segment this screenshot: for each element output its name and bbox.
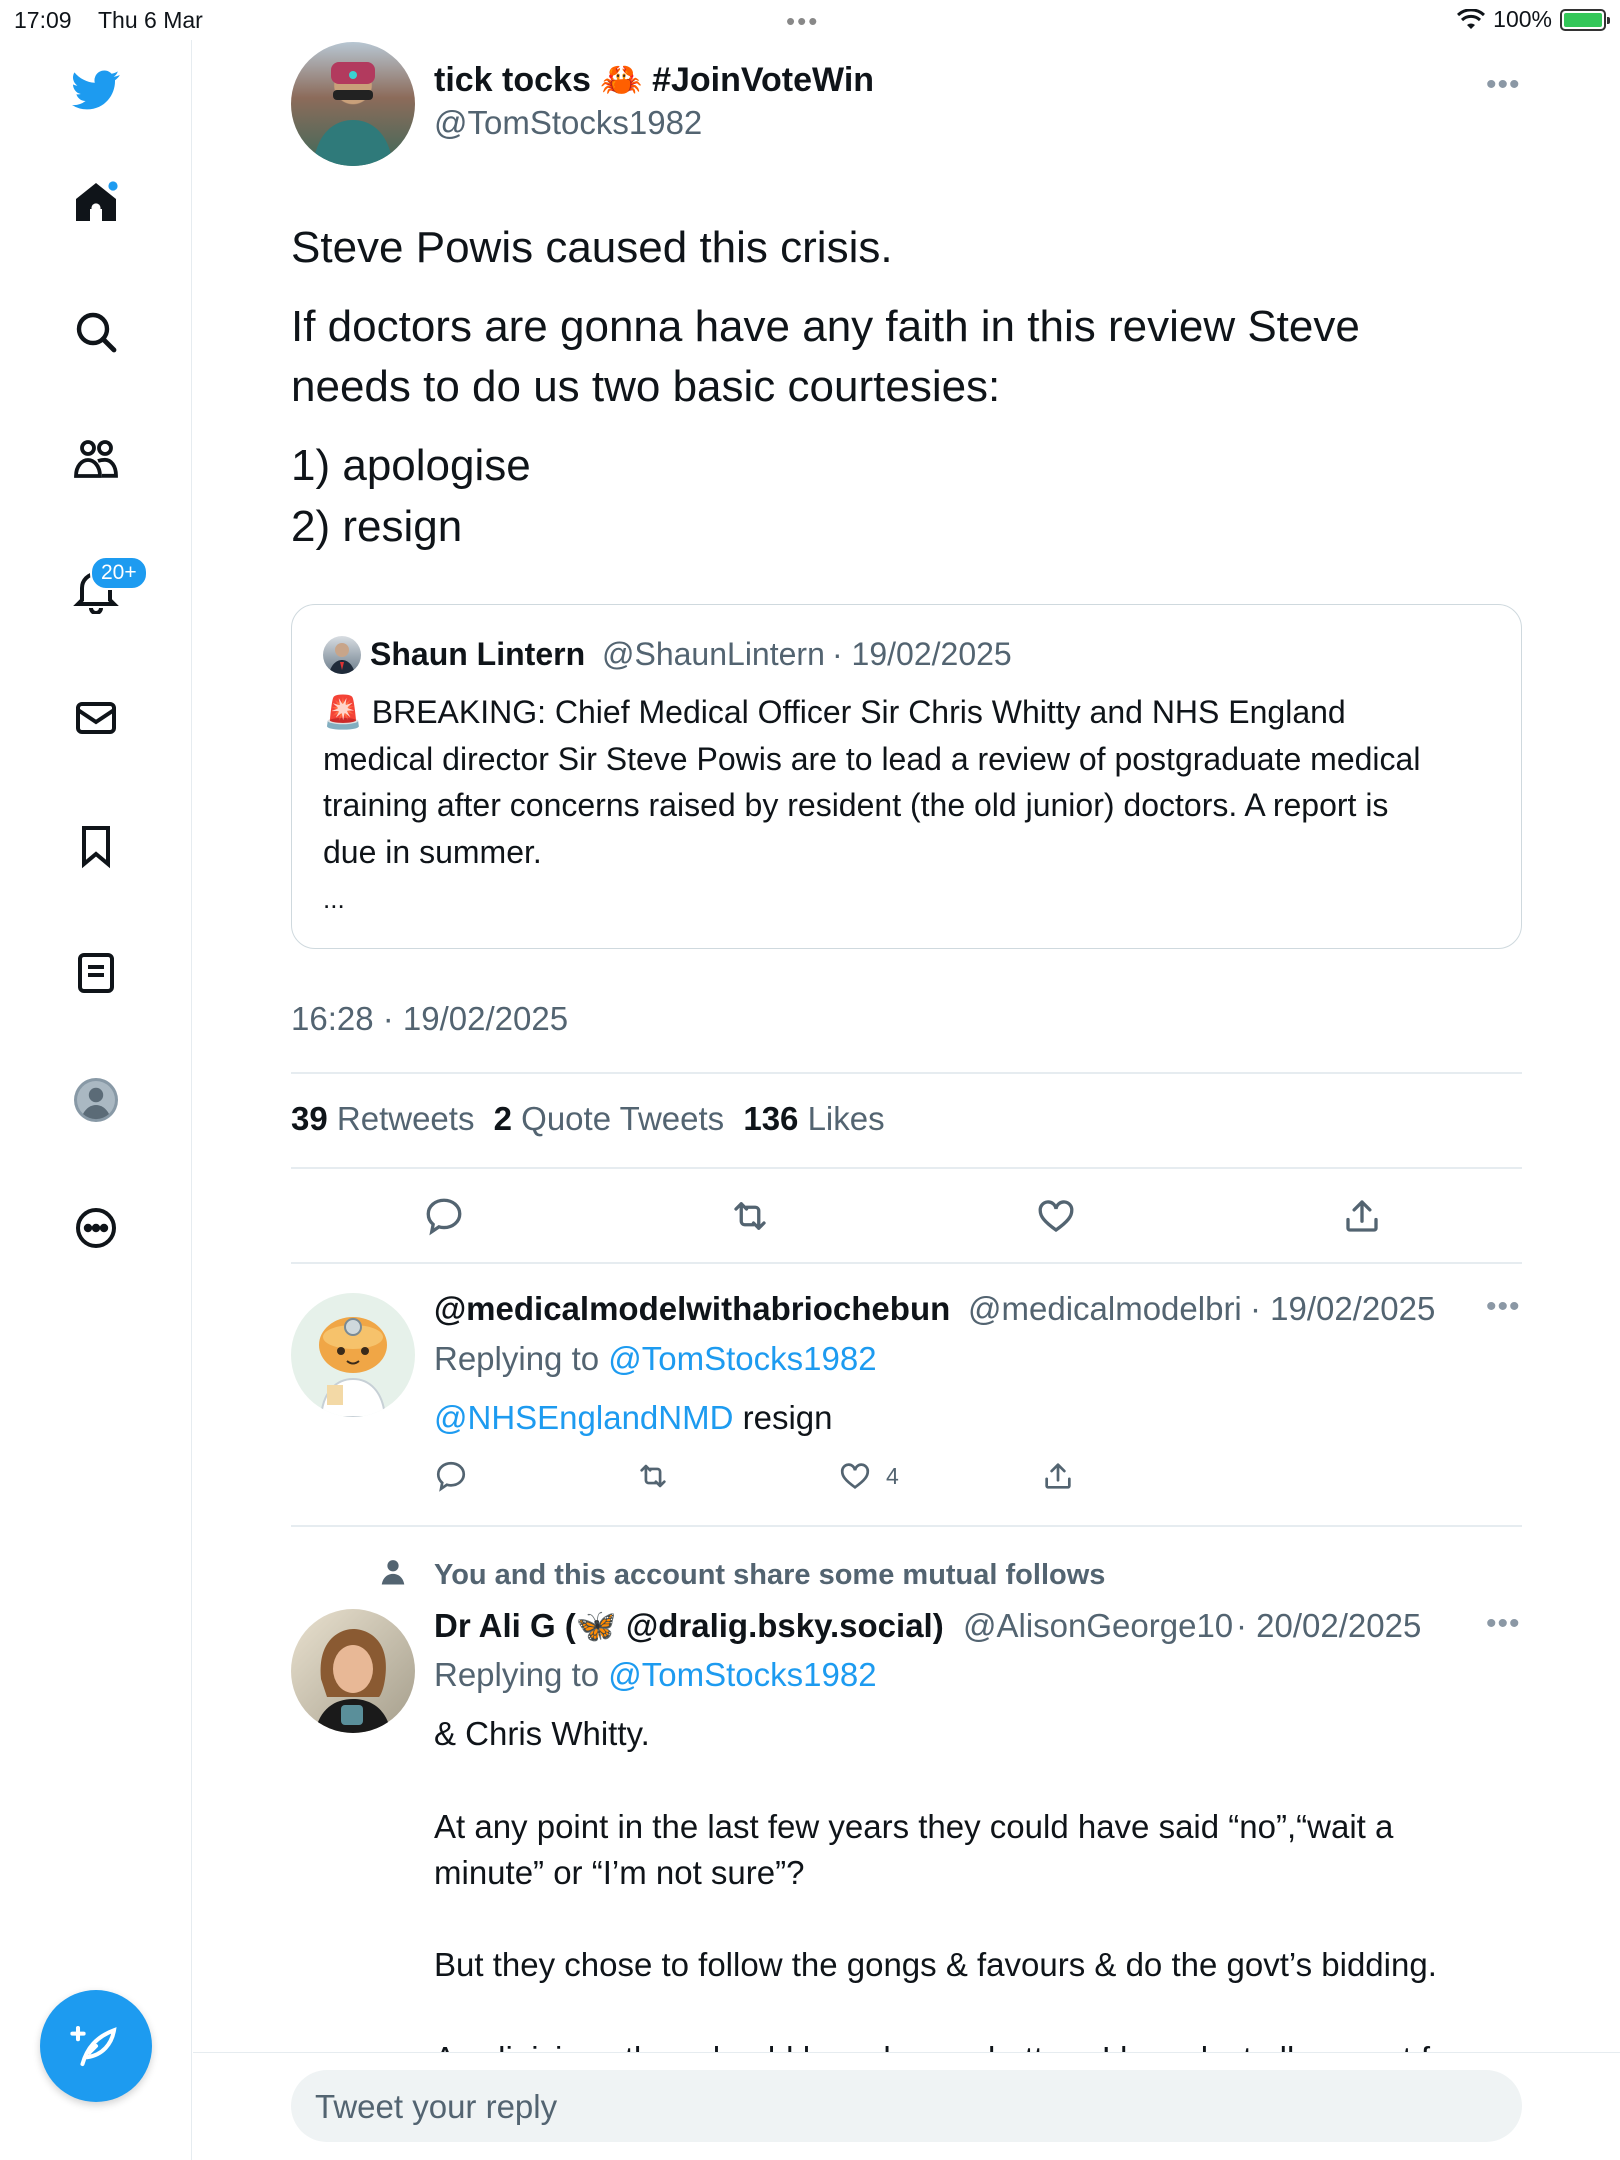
author-handle[interactable]: @TomStocks1982	[434, 104, 702, 142]
list-icon[interactable]	[66, 943, 126, 1003]
reply-2-para-3: But they chose to follow the gongs & fav…	[434, 1946, 1437, 1983]
battery-percent: 100%	[1493, 6, 1552, 32]
people-icon[interactable]	[66, 430, 126, 490]
reply-1-name[interactable]: @medicalmodelwithabriochebun	[434, 1290, 950, 1328]
mail-icon[interactable]	[66, 688, 126, 748]
tweet-line-4: 1) apologise	[291, 441, 531, 490]
battery-icon	[1560, 8, 1610, 31]
reply-2-handle[interactable]: @AlisonGeorge10	[963, 1607, 1233, 1645]
compose-tweet-button[interactable]	[40, 1990, 152, 2102]
bookmark-icon[interactable]	[66, 816, 126, 876]
compose-tweet-icon[interactable]	[69, 2019, 123, 2073]
tweet-line-3: needs to do us two basic courtesies:	[291, 362, 1001, 411]
reply-2-date: · 20/02/2025	[1236, 1607, 1422, 1644]
divider	[291, 1072, 1522, 1074]
share-icon[interactable]	[1341, 1195, 1383, 1242]
reply-input[interactable]: Tweet your reply	[291, 2070, 1522, 2142]
reply-1-like-button[interactable]: 4	[838, 1459, 899, 1493]
reply-2-para-2a: At any point in the last few years they …	[434, 1808, 1394, 1845]
reply-icon[interactable]	[423, 1195, 465, 1242]
replying-to-label: Replying to	[434, 1340, 600, 1377]
status-time: 17:09	[14, 7, 72, 33]
tweet-line-2: If doctors are gonna have any faith in t…	[291, 302, 1360, 351]
reply-1-replying: Replying to @TomStocks1982	[434, 1336, 877, 1382]
replying-to-link[interactable]: @TomStocks1982	[608, 1656, 876, 1693]
author-name[interactable]: tick tocks 🦀 #JoinVoteWin	[434, 60, 874, 100]
quote-author-name: Shaun Lintern	[370, 636, 586, 672]
reply-1-reply-icon[interactable]	[434, 1459, 468, 1498]
reply-1-share-icon[interactable]	[1041, 1459, 1075, 1498]
retweets-count[interactable]: 39	[291, 1100, 328, 1137]
search-icon[interactable]	[66, 302, 126, 362]
reply-input-placeholder: Tweet your reply	[315, 2088, 558, 2125]
profile-icon[interactable]	[66, 1070, 126, 1130]
mutual-follows-note: You and this account share some mutual f…	[434, 1559, 1106, 1591]
home-icon[interactable]	[66, 173, 126, 233]
notifications-badge: 20+	[90, 556, 148, 590]
reply-2-replying: Replying to @TomStocks1982	[434, 1652, 877, 1698]
quote-line-1: 🚨 BREAKING: Chief Medical Officer Sir Ch…	[323, 694, 1346, 730]
like-icon[interactable]	[1035, 1195, 1077, 1242]
tweet-timestamp[interactable]: 16:28 · 19/02/2025	[291, 1000, 568, 1038]
reply-1-more-icon[interactable]: •••	[1486, 1290, 1521, 1324]
reply-2-avatar[interactable]	[291, 1609, 415, 1733]
status-bar: 17:09 Thu 6 Mar ••• 100%	[0, 0, 1620, 40]
reply-1-like-icon[interactable]	[838, 1459, 872, 1493]
person-icon	[381, 1560, 405, 1585]
quote-author-avatar	[323, 636, 361, 674]
reply-2-name[interactable]: Dr Ali G (🦋 @dralig.bsky.social)	[434, 1607, 944, 1646]
reply-1-avatar[interactable]	[291, 1293, 415, 1417]
multitasking-dots-icon[interactable]: •••	[786, 6, 819, 37]
status-date: Thu 6 Mar	[98, 7, 203, 33]
quotes-label[interactable]: Quote Tweets	[521, 1100, 724, 1137]
reply-1-date: · 19/02/2025	[1250, 1290, 1436, 1327]
reply-1-like-count: 4	[886, 1462, 899, 1489]
divider	[291, 1525, 1522, 1527]
more-circle-icon[interactable]	[66, 1198, 126, 1258]
quote-ellipsis: ...	[323, 884, 345, 914]
reply-1-retweet-icon[interactable]	[636, 1459, 670, 1498]
tweet-more-icon[interactable]: •••	[1486, 68, 1521, 102]
reply-2-para-1: & Chris Whitty.	[434, 1715, 650, 1752]
quote-date: · 19/02/2025	[832, 636, 1012, 672]
quote-line-4: due in summer.	[323, 834, 542, 870]
reply-1-handle[interactable]: @medicalmodelbri	[968, 1290, 1242, 1328]
divider	[291, 1167, 1522, 1169]
retweet-icon[interactable]	[729, 1195, 771, 1242]
replying-to-label: Replying to	[434, 1656, 600, 1693]
divider	[291, 1262, 1522, 1264]
battery-level	[1564, 12, 1602, 27]
quote-line-2: medical director Sir Steve Powis are to …	[323, 741, 1421, 777]
reply-2-more-icon[interactable]: •••	[1486, 1607, 1521, 1641]
twitter-bird-icon[interactable]	[66, 60, 126, 120]
author-avatar[interactable]	[291, 42, 415, 166]
mention-link[interactable]: @NHSEnglandNMD	[434, 1399, 733, 1436]
reply-1-body: resign	[742, 1399, 833, 1436]
tweet-line-5: 2) resign	[291, 502, 463, 551]
reply-1-text: @NHSEnglandNMD resign	[434, 1395, 833, 1441]
reply-2-para-2b: minute” or “I’m not sure”?	[434, 1854, 805, 1891]
replying-to-link[interactable]: @TomStocks1982	[608, 1340, 876, 1377]
tweet-line-1: Steve Powis caused this crisis.	[291, 223, 893, 272]
likes-label[interactable]: Likes	[808, 1100, 885, 1137]
wifi-icon	[1457, 8, 1486, 29]
quote-line-3: training after concerns raised by reside…	[323, 787, 1389, 823]
quotes-count[interactable]: 2	[494, 1100, 512, 1137]
tweet-stats: 39 Retweets 2 Quote Tweets 136 Likes	[291, 1100, 885, 1138]
quote-author-handle: @ShaunLintern	[602, 636, 825, 672]
retweets-label[interactable]: Retweets	[337, 1100, 475, 1137]
status-right: 100%	[1457, 6, 1610, 33]
likes-count[interactable]: 136	[743, 1100, 798, 1137]
